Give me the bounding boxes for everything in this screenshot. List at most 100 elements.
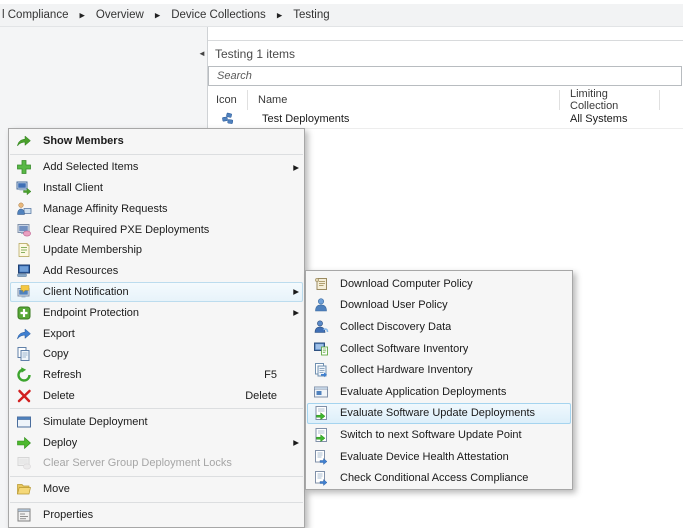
evaluate-application-deployments-icon: [312, 384, 330, 400]
menu-item-shortcut: F5: [264, 369, 285, 381]
show-members-icon: [15, 133, 33, 149]
menu-item-label: Delete: [43, 390, 75, 402]
breadcrumb-item-label: Overview: [96, 9, 144, 21]
download-user-policy-icon: [312, 297, 330, 313]
submenu-arrow-icon: ▶: [285, 163, 299, 172]
menu-item[interactable]: Clear Required PXE Deployments ▶: [10, 219, 303, 240]
submenu-item[interactable]: Collect Hardware Inventory ▶: [307, 359, 571, 381]
menu-item-label: Manage Affinity Requests: [43, 203, 168, 215]
submenu-item[interactable]: Collect Software Inventory ▶: [307, 338, 571, 360]
export-icon: [15, 326, 33, 342]
menu-item-label: Add Selected Items: [43, 161, 138, 173]
evaluate-device-health-attestation-icon: [312, 449, 330, 465]
submenu-item-label: Evaluate Application Deployments: [340, 386, 506, 398]
breadcrumb-chevron-icon: ▶: [155, 12, 160, 20]
manage-affinity-requests-icon: [15, 201, 33, 217]
submenu-item-label: Evaluate Software Update Deployments: [340, 407, 535, 419]
column-header-row: Icon Name Limiting Collection: [208, 90, 683, 111]
column-header-filler: [660, 90, 683, 110]
delete-icon: [15, 388, 33, 404]
menu-item-label: Export: [43, 328, 75, 340]
menu-item[interactable]: Client Notification ▶: [10, 282, 303, 303]
submenu-item[interactable]: Evaluate Device Health Attestation ▶: [307, 446, 571, 468]
submenu-item[interactable]: Download User Policy ▶: [307, 295, 571, 317]
clear-server-group-locks-icon: [15, 455, 33, 471]
menu-item-label: Refresh: [43, 369, 82, 381]
menu-item-label: Update Membership: [43, 244, 142, 256]
list-title-bar: ◄ Testing 1 items: [208, 40, 683, 66]
collapse-panel-arrow-icon[interactable]: ◄: [198, 49, 206, 58]
submenu-item-label: Collect Hardware Inventory: [340, 364, 473, 376]
submenu-item-label: Switch to next Software Update Point: [340, 429, 522, 441]
menu-item-label: Client Notification: [43, 286, 129, 298]
menu-item[interactable]: Simulate Deployment ▶: [10, 411, 303, 432]
breadcrumb: l Compliance ▶ Overview ▶ Device Collect…: [0, 4, 683, 27]
submenu-item[interactable]: Download Computer Policy ▶: [307, 273, 571, 295]
submenu-item-label: Download User Policy: [340, 299, 448, 311]
menu-item[interactable]: Endpoint Protection ▶: [10, 302, 303, 323]
add-resources-icon: [15, 263, 33, 279]
submenu-item-label: Evaluate Device Health Attestation: [340, 451, 509, 463]
submenu-item[interactable]: Evaluate Software Update Deployments ▶: [307, 403, 571, 425]
menu-item[interactable]: Update Membership ▶: [10, 240, 303, 261]
menu-item[interactable]: Copy ▶: [10, 344, 303, 365]
submenu-item-label: Download Computer Policy: [340, 278, 473, 290]
column-header-limiting-collection[interactable]: Limiting Collection: [560, 90, 660, 110]
menu-item-label: Copy: [43, 348, 69, 360]
update-membership-icon: [15, 242, 33, 258]
download-computer-policy-icon: [312, 276, 330, 292]
menu-item-shortcut: Delete: [245, 390, 285, 402]
row-limiting-collection: All Systems: [560, 113, 660, 125]
menu-item-label: Move: [43, 483, 70, 495]
simulate-deployment-icon: [15, 414, 33, 430]
menu-item[interactable]: Properties ▶: [10, 505, 303, 526]
menu-separator: [10, 408, 303, 409]
menu-item-label: Deploy: [43, 437, 77, 449]
install-client-icon: [15, 180, 33, 196]
breadcrumb-item-label: Testing: [293, 9, 329, 21]
switch-software-update-point-icon: [312, 427, 330, 443]
device-collection-icon: [208, 112, 248, 126]
menu-item[interactable]: Export ▶: [10, 323, 303, 344]
table-row[interactable]: Test Deployments All Systems: [208, 110, 683, 129]
menu-item[interactable]: Delete Delete ▶: [10, 386, 303, 407]
column-header-name[interactable]: Name: [248, 90, 560, 110]
submenu-item-label: Check Conditional Access Compliance: [340, 472, 528, 484]
menu-item-label: Show Members: [43, 135, 124, 147]
endpoint-protection-icon: [15, 305, 33, 321]
menu-item-label: Endpoint Protection: [43, 307, 139, 319]
menu-item[interactable]: Manage Affinity Requests ▶: [10, 198, 303, 219]
column-header-icon[interactable]: Icon: [208, 90, 248, 110]
menu-item[interactable]: Install Client ▶: [10, 178, 303, 199]
menu-item[interactable]: Deploy ▶: [10, 432, 303, 453]
client-notification-submenu: Download Computer Policy ▶ Download User…: [305, 270, 573, 490]
menu-item[interactable]: Show Members ▶: [10, 131, 303, 152]
submenu-item[interactable]: Switch to next Software Update Point ▶: [307, 424, 571, 446]
menu-separator: [10, 476, 303, 477]
breadcrumb-chevron-icon: ▶: [277, 12, 282, 20]
menu-item[interactable]: Move ▶: [10, 479, 303, 500]
breadcrumb-item-label: l Compliance: [2, 9, 68, 21]
menu-item[interactable]: Add Selected Items ▶: [10, 157, 303, 178]
breadcrumb-item[interactable]: Device Collections ▶: [171, 9, 293, 21]
menu-separator: [10, 502, 303, 503]
submenu-arrow-icon: ▶: [285, 287, 299, 296]
menu-item-label: Add Resources: [43, 265, 118, 277]
submenu-item[interactable]: Collect Discovery Data ▶: [307, 316, 571, 338]
menu-item-label: Clear Server Group Deployment Locks: [43, 457, 232, 469]
menu-item[interactable]: Clear Server Group Deployment Locks ▶: [10, 453, 303, 474]
breadcrumb-item[interactable]: Overview ▶: [96, 9, 171, 21]
submenu-item[interactable]: Check Conditional Access Compliance ▶: [307, 467, 571, 489]
deploy-icon: [15, 435, 33, 451]
search-input[interactable]: [209, 67, 681, 85]
breadcrumb-item[interactable]: l Compliance ▶: [2, 9, 96, 21]
breadcrumb-item[interactable]: Testing ▶: [293, 9, 329, 21]
menu-item-label: Simulate Deployment: [43, 416, 148, 428]
menu-item[interactable]: Refresh F5 ▶: [10, 365, 303, 386]
row-name: Test Deployments: [248, 113, 560, 125]
context-menu: Show Members ▶ Add Selected Items ▶ Inst…: [8, 128, 305, 528]
menu-item[interactable]: Add Resources ▶: [10, 261, 303, 282]
submenu-item[interactable]: Evaluate Application Deployments ▶: [307, 381, 571, 403]
list-title: Testing 1 items: [215, 47, 295, 61]
collect-discovery-data-icon: [312, 319, 330, 335]
